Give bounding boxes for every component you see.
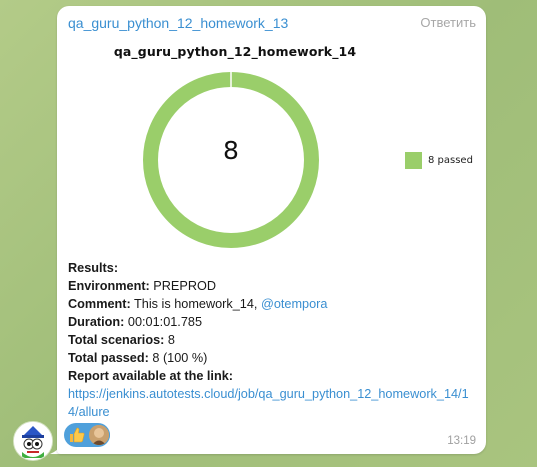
legend-swatch [405, 152, 422, 169]
total-passed-line: Total passed: 8 (100 %) [68, 349, 478, 367]
report-url-link[interactable]: https://jenkins.autotests.cloud/job/qa_g… [68, 387, 469, 419]
python-mascot-icon [14, 422, 52, 460]
total-passed-value: 8 (100 %) [148, 351, 208, 365]
duration-label: Duration: [68, 315, 125, 329]
chart-legend: 8 passed [405, 152, 473, 169]
total-scenarios-value: 8 [164, 333, 175, 347]
reactor-avatar [88, 424, 110, 446]
reply-button[interactable]: Ответить [420, 15, 476, 30]
comment-value: This is homework_14, [130, 297, 261, 311]
comment-label: Comment: [68, 297, 131, 311]
report-text: Results: Environment: PREPROD Comment: T… [68, 259, 478, 421]
message-time: 13:19 [447, 435, 476, 447]
total-scenarios-line: Total scenarios: 8 [68, 331, 478, 349]
report-link-label: Report available at the link: [68, 369, 233, 383]
environment-label: Environment: [68, 279, 150, 293]
sender-name[interactable]: qa_guru_python_12_homework_13 [68, 15, 288, 31]
duration-value: 00:01:01.785 [124, 315, 202, 329]
results-heading: Results: [68, 261, 119, 275]
thumbs-up-icon [70, 427, 85, 443]
message-bubble[interactable]: qa_guru_python_12_homework_13 Ответить q… [57, 6, 486, 454]
comment-line: Comment: This is homework_14, @otempora [68, 295, 478, 313]
chart-center-value: 8 [223, 136, 239, 165]
duration-line: Duration: 00:01:01.785 [68, 313, 478, 331]
total-scenarios-label: Total scenarios: [68, 333, 165, 347]
reaction-chip[interactable] [64, 423, 110, 447]
total-passed-label: Total passed: [68, 351, 149, 365]
legend-label: 8 passed [428, 155, 473, 166]
environment-value: PREPROD [149, 279, 217, 293]
sender-avatar[interactable] [13, 421, 53, 461]
allure-chart[interactable]: qa_guru_python_12_homework_14 8 8 passed [65, 36, 480, 258]
mention-link[interactable]: @otempora [261, 297, 327, 311]
environment-line: Environment: PREPROD [68, 277, 478, 295]
